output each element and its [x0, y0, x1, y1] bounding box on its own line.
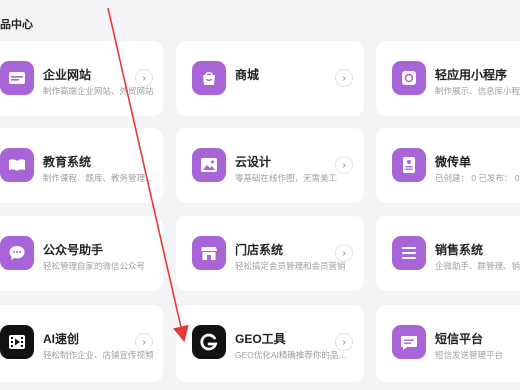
card-sms-platform[interactable]: 短信平台 短信发送管理平台 — [376, 305, 520, 382]
card-title: 企业网站 — [43, 68, 92, 82]
card-title: 轻应用小程序 — [435, 68, 508, 82]
chevron-right-icon: › — [142, 72, 146, 84]
card-enterprise-website[interactable]: 企业网站 制作高端企业网站、外贸网站 › — [0, 41, 163, 116]
card-title: GEO工具 — [235, 332, 286, 346]
card-title: 短信平台 — [435, 332, 484, 346]
card-education[interactable]: 教育系统 制作课程、题库、教务管理… — [0, 128, 163, 203]
shop-bag-icon — [192, 61, 226, 95]
card-title: 销售系统 — [435, 243, 484, 257]
chevron-right-icon: › — [342, 159, 346, 171]
geo-logo-icon — [192, 325, 226, 359]
card-mini-program[interactable]: 轻应用小程序 制作展示、信息库小程序 — [376, 41, 520, 116]
enter-button[interactable]: › — [135, 69, 153, 87]
video-icon — [0, 325, 34, 359]
enter-button[interactable]: › — [335, 244, 353, 262]
image-icon — [192, 148, 226, 182]
card-desc: 企微助手、群管理、销售… — [435, 261, 520, 271]
card-title: 教育系统 — [43, 155, 92, 169]
card-desc: 零基础在线作图，无需美工 — [235, 173, 338, 183]
card-title: 商城 — [235, 68, 260, 82]
card-sales-system[interactable]: 销售系统 企微助手、群管理、销售… — [376, 216, 520, 291]
card-mall[interactable]: 商城 › — [176, 41, 364, 116]
flyer-icon — [392, 148, 426, 182]
card-ai-quick-create[interactable]: AI速创 轻松制作企业、店铺宣传视频 › — [0, 305, 163, 382]
card-title: AI速创 — [43, 332, 80, 346]
card-flyer[interactable]: 微传单 已创建： 0 已发布： 0 — [376, 128, 520, 203]
chevron-right-icon: › — [142, 336, 146, 348]
card-store-system[interactable]: 门店系统 轻松搞定会员管理和会员营销 › — [176, 216, 364, 291]
card-desc: 已创建： 0 已发布： 0 — [435, 173, 520, 183]
card-desc: 短信发送管理平台 — [435, 350, 504, 360]
card-desc: 轻松制作企业、店铺宣传视频 — [43, 350, 154, 360]
website-icon — [0, 61, 34, 95]
enter-button[interactable]: › — [335, 333, 353, 351]
card-title: 门店系统 — [235, 243, 284, 257]
card-cloud-design[interactable]: 云设计 零基础在线作图，无需美工 › — [176, 128, 364, 203]
chat-icon — [0, 236, 34, 270]
card-official-account[interactable]: 公众号助手 轻松管理自家的微信公众号 — [0, 216, 163, 291]
sms-icon — [392, 325, 426, 359]
card-desc: GEO优化AI精确推荐你的品… — [235, 350, 347, 360]
card-desc: 制作高端企业网站、外贸网站 — [43, 86, 154, 96]
card-title: 公众号助手 — [43, 243, 104, 257]
enter-button[interactable]: › — [335, 69, 353, 87]
card-geo-tool[interactable]: GEO工具 GEO优化AI精确推荐你的品… › — [176, 305, 364, 382]
book-icon — [0, 148, 34, 182]
card-desc: 轻松搞定会员管理和会员营销 — [235, 261, 346, 271]
chevron-right-icon: › — [342, 72, 346, 84]
chevron-right-icon: › — [342, 336, 346, 348]
card-desc: 制作课程、题库、教务管理… — [43, 173, 154, 183]
card-title: 云设计 — [235, 155, 272, 169]
card-desc: 轻松管理自家的微信公众号 — [43, 261, 146, 271]
chevron-right-icon: › — [342, 247, 346, 259]
mini-program-icon — [392, 61, 426, 95]
card-desc: 制作展示、信息库小程序 — [435, 86, 520, 96]
list-icon — [392, 236, 426, 270]
section-title: 品中心 — [0, 19, 33, 31]
store-icon — [192, 236, 226, 270]
card-title: 微传单 — [435, 155, 472, 169]
enter-button[interactable]: › — [335, 156, 353, 174]
enter-button[interactable]: › — [135, 333, 153, 351]
